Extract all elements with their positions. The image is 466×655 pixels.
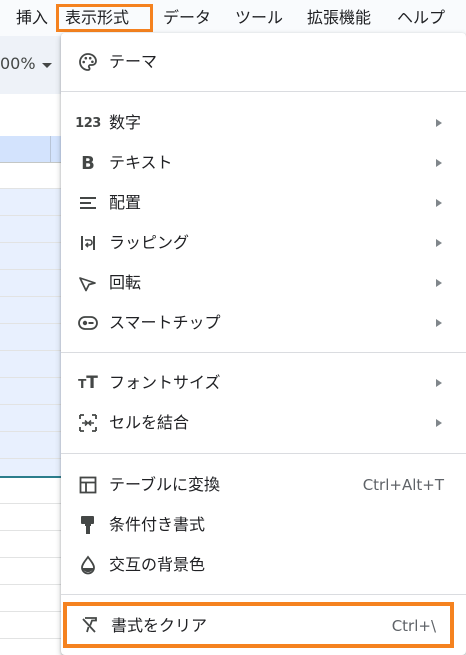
menu-item-label: 書式をクリア xyxy=(111,616,208,635)
menu-item-label: セルを結合 xyxy=(109,413,190,432)
menu-divider xyxy=(61,352,466,353)
menu-item-label: フォントサイズ xyxy=(109,373,221,392)
menu-item-label: 配置 xyxy=(109,193,142,212)
menu-item-label: スマートチップ xyxy=(109,313,221,332)
menu-item-alignment[interactable]: 配置 xyxy=(61,183,466,223)
menu-format[interactable]: 表示形式 xyxy=(56,4,153,32)
submenu-arrow-icon xyxy=(436,199,442,207)
menu-item-label: テーブルに変換 xyxy=(109,475,221,494)
menu-item-convert-table[interactable]: テーブルに変換 Ctrl+Alt+T xyxy=(61,465,466,505)
format-menu: テーマ 123 数字 B テキスト 配置 ラッピング 回転 スマートチップ TT… xyxy=(61,33,466,655)
menu-divider xyxy=(61,91,466,92)
submenu-arrow-icon xyxy=(436,279,442,287)
menu-bar: 挿入 表示形式 データ ツール 拡張機能 ヘルプ xyxy=(0,0,466,36)
merge-cells-icon xyxy=(77,411,99,435)
submenu-arrow-icon xyxy=(436,379,442,387)
zoom-select[interactable]: 00% xyxy=(0,54,36,73)
wrap-icon xyxy=(77,231,99,255)
menu-item-label: テーマ xyxy=(109,52,158,71)
menu-tools[interactable]: ツール xyxy=(229,4,289,32)
submenu-arrow-icon xyxy=(436,119,442,127)
menu-help[interactable]: ヘルプ xyxy=(391,4,451,32)
shortcut-text: Ctrl+\ xyxy=(391,617,436,635)
number-123-icon: 123 xyxy=(75,115,101,131)
rotate-icon xyxy=(77,271,99,295)
menu-item-theme[interactable]: テーマ xyxy=(61,42,466,82)
font-size-icon: TT xyxy=(78,373,98,393)
menu-item-label: 交互の背景色 xyxy=(109,555,206,574)
droplet-icon xyxy=(77,553,99,577)
menu-insert[interactable]: 挿入 xyxy=(10,4,54,32)
menu-item-label: テキスト xyxy=(109,153,173,172)
shortcut-text: Ctrl+Alt+T xyxy=(362,476,444,494)
smart-chip-icon xyxy=(77,311,99,335)
menu-item-clear-formatting[interactable]: 書式をクリア Ctrl+\ xyxy=(63,602,454,648)
menu-item-label: 条件付き書式 xyxy=(109,515,206,534)
menu-item-merge-cells[interactable]: セルを結合 xyxy=(61,403,466,443)
submenu-arrow-icon xyxy=(436,419,442,427)
menu-item-wrapping[interactable]: ラッピング xyxy=(61,223,466,263)
table-icon xyxy=(77,473,99,497)
menu-item-smart-chips[interactable]: スマートチップ xyxy=(61,303,466,343)
menu-item-font-size[interactable]: TT フォントサイズ xyxy=(61,363,466,403)
menu-data[interactable]: データ xyxy=(157,4,217,32)
bold-icon: B xyxy=(81,152,95,174)
menu-item-label: ラッピング xyxy=(109,233,190,252)
menu-divider xyxy=(61,594,466,595)
submenu-arrow-icon xyxy=(436,319,442,327)
zoom-caret-icon[interactable] xyxy=(42,63,52,68)
menu-item-alternating-colors[interactable]: 交互の背景色 xyxy=(61,545,466,585)
paint-roller-icon xyxy=(77,513,99,537)
menu-item-number[interactable]: 123 数字 xyxy=(61,103,466,143)
menu-item-label: 回転 xyxy=(109,273,142,292)
column-divider xyxy=(50,136,51,162)
menu-extensions[interactable]: 拡張機能 xyxy=(301,4,377,32)
clear-format-icon xyxy=(79,613,101,637)
menu-item-conditional-formatting[interactable]: 条件付き書式 xyxy=(61,505,466,545)
submenu-arrow-icon xyxy=(436,239,442,247)
align-left-icon xyxy=(77,191,99,215)
menu-item-rotation[interactable]: 回転 xyxy=(61,263,466,303)
menu-divider xyxy=(61,453,466,454)
palette-icon xyxy=(77,50,99,74)
menu-item-label: 数字 xyxy=(109,113,142,132)
menu-item-text[interactable]: B テキスト xyxy=(61,143,466,183)
submenu-arrow-icon xyxy=(436,159,442,167)
